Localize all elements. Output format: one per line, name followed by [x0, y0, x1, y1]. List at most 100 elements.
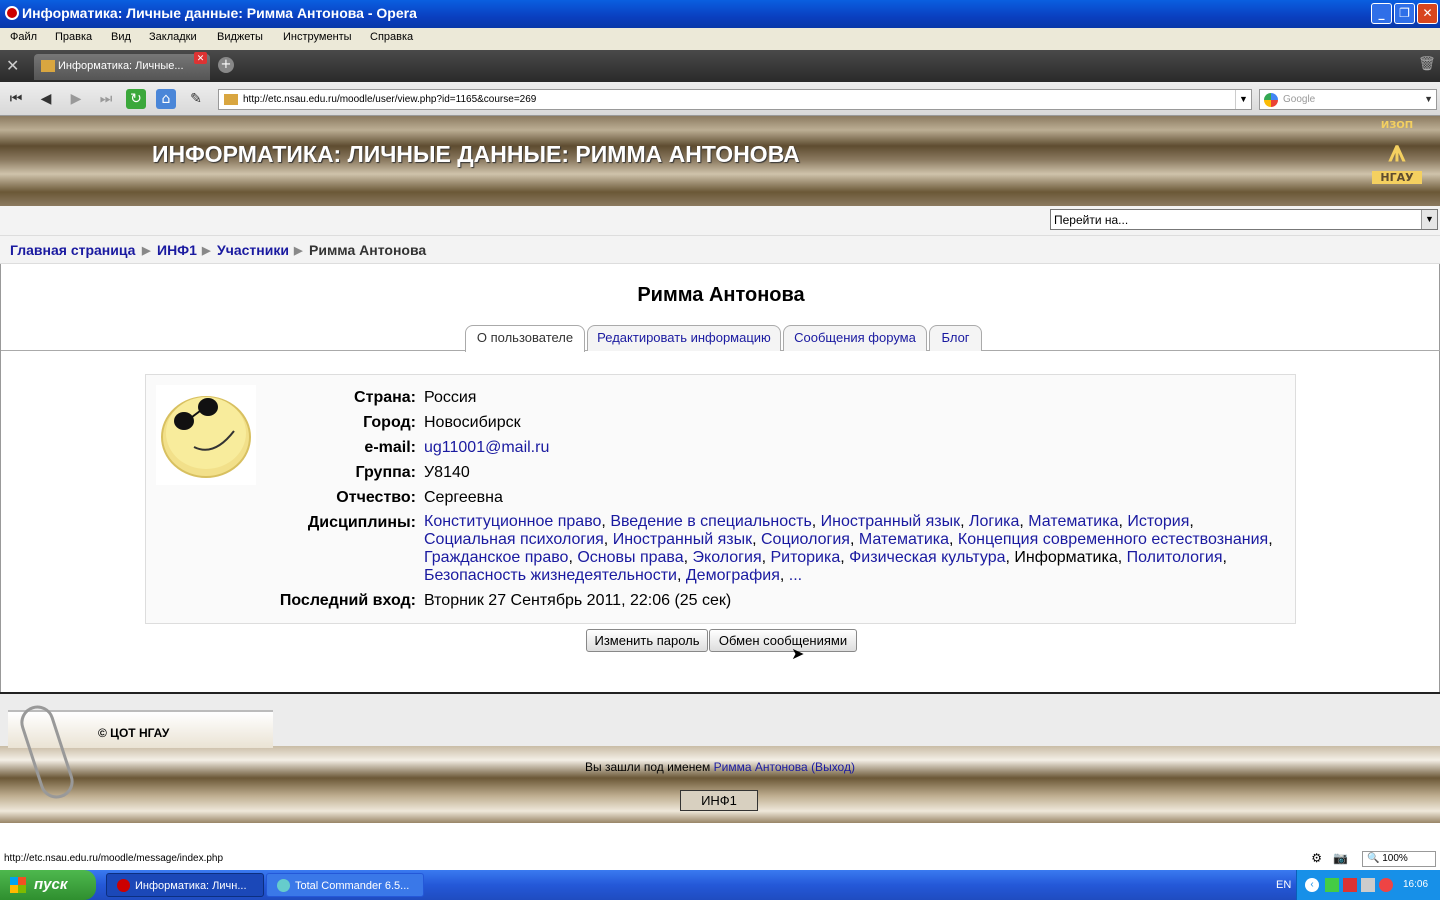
tray-chevron-icon[interactable]: ‹ [1305, 878, 1319, 892]
course-link[interactable]: Безопасность жизнедеятельности [424, 567, 677, 584]
reload-icon[interactable]: ↻ [126, 89, 146, 109]
tools-icon[interactable]: ✕ [6, 56, 19, 75]
course-home-button[interactable]: ИНФ1 [680, 790, 758, 811]
breadcrumb-participants[interactable]: Участники [217, 242, 289, 258]
avatar[interactable] [156, 385, 256, 485]
moodle-favicon-icon [41, 60, 55, 72]
taskbar-item-label: Total Commander 6.5... [295, 880, 410, 892]
tab-about[interactable]: О пользователе [465, 325, 585, 352]
minimize-button[interactable]: _ [1371, 3, 1392, 24]
menu-tools[interactable]: Инструменты [283, 31, 352, 43]
breadcrumb-separator-icon: ▶ [142, 245, 151, 257]
address-toolbar: ⏮ ◀ ▶ ⏭ ↻ ⌂ ✎ http://etc.nsau.edu.ru/moo… [0, 82, 1440, 116]
footer-band [0, 746, 1440, 825]
logout-link[interactable]: (Выход) [811, 760, 855, 774]
logo-text-bottom: НГАУ [1372, 171, 1422, 184]
search-field[interactable]: Google ▼ [1259, 89, 1437, 110]
breadcrumb-home[interactable]: Главная страница [10, 242, 135, 258]
change-password-button[interactable]: Изменить пароль [586, 629, 708, 652]
menu-edit[interactable]: Правка [55, 31, 92, 43]
menu-bookmarks[interactable]: Закладки [149, 31, 197, 43]
course-link[interactable]: Социальная психология [424, 531, 604, 548]
course-link[interactable]: История [1127, 513, 1189, 530]
jump-dropdown-icon[interactable]: ▼ [1421, 210, 1437, 229]
course-link[interactable]: Основы права [577, 549, 683, 566]
page-title: ИНФОРМАТИКА: ЛИЧНЫЕ ДАННЫЕ: РИММА АНТОНО… [152, 141, 800, 167]
menu-widgets[interactable]: Виджеты [217, 31, 263, 43]
course-link[interactable]: Политология [1127, 549, 1223, 566]
course-link[interactable]: Введение в специальность [610, 513, 811, 530]
menu-file[interactable]: Файл [10, 31, 37, 43]
tray-app-icon[interactable] [1379, 878, 1393, 892]
breadcrumb-course[interactable]: ИНФ1 [157, 242, 197, 258]
course-link[interactable]: Математика [1028, 513, 1118, 530]
email-link[interactable]: ug11001@mail.ru [424, 439, 549, 457]
window-title: Информатика: Личные данные: Римма Антоно… [22, 5, 417, 21]
tab-bar: ✕ Информатика: Личные... ✕ + 🗑 [0, 50, 1440, 82]
taskbar-item-totalcmd[interactable]: Total Commander 6.5... [266, 873, 424, 897]
profile-info-box: Страна: Россия Город: Новосибирск e-mail… [145, 374, 1296, 624]
tray-network-icon[interactable] [1361, 878, 1375, 892]
fast-forward-icon[interactable]: ⏭ [96, 89, 116, 109]
search-dropdown-icon[interactable]: ▼ [1424, 94, 1433, 104]
tab-blog[interactable]: Блог [929, 325, 982, 351]
course-link[interactable]: Логика [969, 513, 1019, 530]
courses-list: Конституционное право, Введение в специа… [424, 513, 1273, 584]
menu-help[interactable]: Справка [370, 31, 413, 43]
messages-button[interactable]: Обмен сообщениями [709, 629, 857, 652]
tab-edit-info[interactable]: Редактировать информацию [587, 325, 781, 351]
course-link[interactable]: Риторика [771, 549, 841, 566]
course-link[interactable]: Концепция современного естествознания [958, 531, 1268, 548]
language-indicator[interactable]: EN [1276, 879, 1291, 891]
camera-icon[interactable]: 📷 [1333, 851, 1348, 865]
tray-antivirus-icon[interactable] [1343, 878, 1357, 892]
home-icon[interactable]: ⌂ [156, 89, 176, 109]
tray-shield-icon[interactable] [1325, 878, 1339, 892]
edit-icon[interactable]: ✎ [186, 89, 206, 109]
course-link[interactable]: Гражданское право [424, 549, 568, 566]
course-link[interactable]: Конституционное право [424, 513, 601, 530]
course-link[interactable]: Физическая культура [849, 549, 1005, 566]
new-tab-icon[interactable]: + [218, 57, 234, 73]
taskbar-item-opera[interactable]: Информатика: Личн... [106, 873, 264, 897]
close-tab-icon[interactable]: ✕ [194, 52, 207, 64]
breadcrumb: Главная страница ▶ ИНФ1 ▶ Участники ▶ Ри… [0, 236, 1440, 264]
taskbar-item-label: Информатика: Личн... [135, 880, 247, 892]
course-link[interactable]: Экология [693, 549, 762, 566]
lastaccess-label: Последний вход: [279, 592, 416, 609]
country-label: Страна: [354, 389, 416, 406]
address-field[interactable]: http://etc.nsau.edu.ru/moodle/user/view.… [218, 89, 1252, 110]
zoom-control[interactable]: 🔍 100% [1362, 851, 1436, 867]
logged-user-link[interactable]: Римма Антонова [714, 760, 808, 774]
address-dropdown-icon[interactable]: ▼ [1235, 90, 1251, 109]
jump-select[interactable]: Перейти на... ▼ [1050, 209, 1438, 230]
site-icon [224, 94, 238, 105]
tab-forum-posts[interactable]: Сообщения форума [783, 325, 927, 351]
taskbar: пуск Информатика: Личн... Total Commande… [0, 870, 1440, 900]
courses-more-link[interactable]: ... [789, 567, 802, 584]
start-button[interactable]: пуск [0, 870, 96, 900]
course-link[interactable]: Иностранный язык [821, 513, 960, 530]
forward-icon[interactable]: ▶ [66, 89, 86, 109]
nav-row: Перейти на... ▼ [0, 206, 1440, 236]
trash-icon[interactable]: 🗑 [1418, 56, 1436, 72]
speaker-icon[interactable]: ⚙ [1311, 851, 1322, 865]
rewind-icon[interactable]: ⏮ [6, 89, 26, 109]
status-url: http://etc.nsau.edu.ru/moodle/message/in… [4, 853, 224, 864]
close-button[interactable]: ✕ [1417, 3, 1438, 24]
course-link[interactable]: Математика [859, 531, 949, 548]
smiley-avatar-icon [161, 396, 251, 478]
clock[interactable]: 16:06 [1403, 879, 1428, 890]
course-link[interactable]: Иностранный язык [613, 531, 752, 548]
browser-tab[interactable]: Информатика: Личные... ✕ [34, 52, 210, 80]
lastaccess-value: Вторник 27 Сентябрь 2011, 22:06 (25 сек) [424, 592, 732, 609]
zoom-icon: 🔍 [1367, 853, 1380, 864]
mouse-cursor-icon: ➤ [791, 644, 805, 663]
course-link[interactable]: Демография [686, 567, 780, 584]
maximize-button[interactable]: ❐ [1394, 3, 1415, 24]
menu-view[interactable]: Вид [111, 31, 131, 43]
course-link[interactable]: Социология [761, 531, 850, 548]
status-bar: http://etc.nsau.edu.ru/moodle/message/in… [0, 823, 1440, 870]
back-icon[interactable]: ◀ [36, 89, 56, 109]
nsau-logo: ИЗОП ⩚ НГАУ [1372, 120, 1422, 202]
